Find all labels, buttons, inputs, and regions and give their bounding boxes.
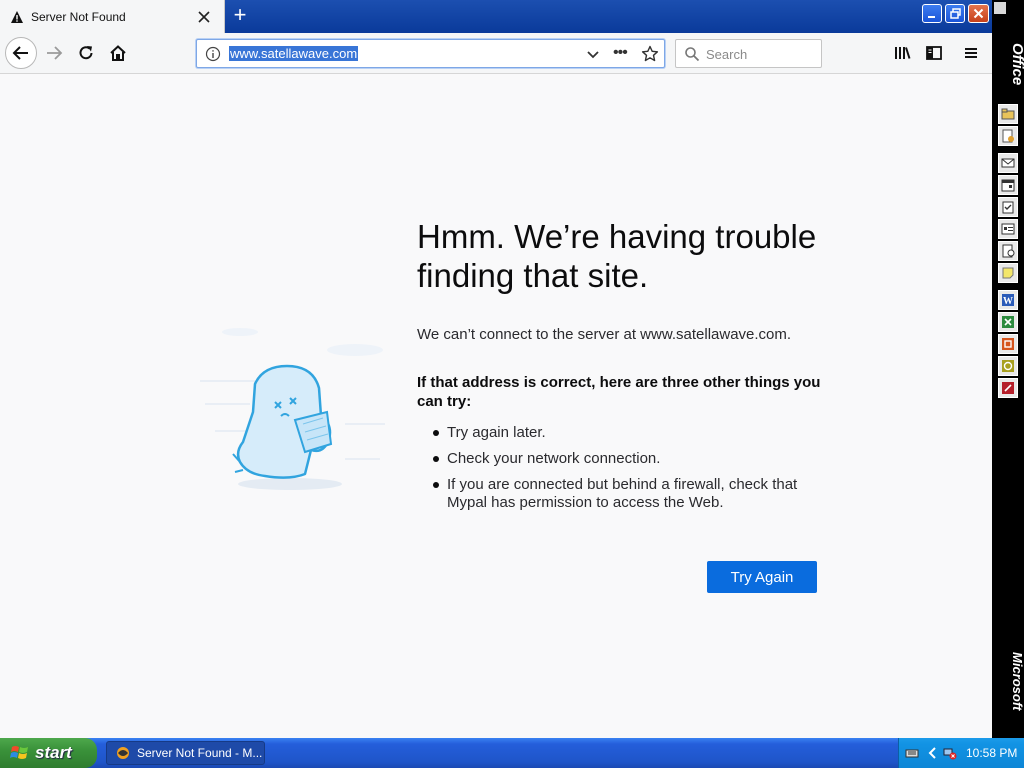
library-button[interactable]	[888, 39, 916, 67]
new-task-icon[interactable]	[998, 197, 1018, 217]
excel-icon[interactable]	[998, 312, 1018, 332]
network-disconnected-icon[interactable]	[943, 746, 957, 760]
new-appointment-icon[interactable]	[998, 175, 1018, 195]
info-icon[interactable]	[205, 46, 221, 62]
tab-strip: Server Not Found +	[0, 0, 992, 33]
back-arrow-icon	[12, 46, 28, 60]
svg-text:W: W	[1003, 296, 1013, 307]
try-again-button[interactable]: Try Again	[707, 561, 817, 593]
start-label: start	[35, 743, 72, 762]
open-office-document-icon[interactable]	[998, 104, 1018, 124]
url-text[interactable]: www.satellawave.com	[229, 46, 359, 61]
chevron-left-icon[interactable]	[926, 746, 940, 760]
powerpoint-icon[interactable]	[998, 334, 1018, 354]
clock: 10:58 PM	[966, 746, 1018, 760]
close-window-button[interactable]	[968, 4, 989, 23]
browser-app-icon	[117, 747, 129, 759]
forward-arrow-icon	[47, 46, 63, 60]
search-bar[interactable]	[675, 39, 822, 68]
search-input[interactable]	[706, 45, 816, 63]
reload-icon	[79, 46, 93, 60]
desktop: Server Not Found + www.satellawave.com •…	[0, 0, 1024, 768]
publisher-icon[interactable]	[998, 378, 1018, 398]
bookmark-star-icon[interactable]	[641, 45, 659, 63]
error-description: We can’t connect to the server at www.sa…	[417, 326, 792, 343]
main-menu-button[interactable]	[957, 39, 985, 67]
forward-button[interactable]	[40, 39, 68, 67]
access-icon[interactable]	[998, 356, 1018, 376]
restore-button[interactable]	[945, 4, 965, 23]
new-journal-entry-icon[interactable]	[998, 241, 1018, 261]
word-icon[interactable]: W	[998, 290, 1018, 310]
suggestion-item: Check your network connection.	[433, 450, 813, 468]
svg-text:Office: Office	[1009, 43, 1024, 85]
library-icon	[895, 47, 911, 59]
error-page: Hmm. We’re having trouble finding that s…	[0, 74, 992, 738]
system-tray: 10:58 PM	[898, 738, 1024, 768]
minimize-button[interactable]	[922, 4, 942, 23]
microsoft-label: Microsoft	[1010, 652, 1024, 711]
new-tab-button[interactable]: +	[228, 4, 252, 27]
new-note-icon[interactable]	[998, 263, 1018, 283]
disconnected-illustration	[200, 328, 385, 490]
office-label: Office	[1009, 43, 1024, 85]
home-button[interactable]	[104, 39, 132, 67]
taskbar-item-browser[interactable]: Server Not Found - M...	[106, 741, 265, 765]
url-bar[interactable]: www.satellawave.com •••	[196, 39, 698, 68]
reload-button[interactable]	[72, 39, 100, 67]
sidebar-button[interactable]	[920, 39, 948, 67]
hamburger-menu-icon	[965, 48, 977, 58]
warning-icon	[11, 10, 23, 23]
office-shortcut-bar: Office W Microsoft	[992, 0, 1024, 738]
error-title: Hmm. We’re having trouble finding that s…	[417, 218, 817, 294]
office-bar-menu-icon[interactable]	[994, 2, 1006, 14]
taskbar: start Server Not Found - M... 10:58 PM	[0, 738, 1024, 768]
back-button[interactable]	[5, 37, 37, 69]
taskbar-item-label: Server Not Found - M...	[137, 746, 263, 760]
keyboard-icon[interactable]	[905, 746, 919, 760]
tab-title: Server Not Found	[31, 9, 126, 24]
navigation-toolbar: www.satellawave.com •••	[0, 33, 992, 74]
page-actions-button[interactable]: •••	[613, 44, 633, 64]
chevron-down-icon[interactable]	[585, 46, 601, 62]
new-office-document-icon[interactable]	[998, 126, 1018, 146]
home-icon	[110, 45, 126, 61]
tab-close-icon[interactable]	[196, 9, 212, 25]
suggestions-list: Try again later. Check your network conn…	[433, 424, 813, 520]
suggestions-heading: If that address is correct, here are thr…	[417, 374, 821, 410]
suggestion-item: Try again later.	[433, 424, 813, 442]
tab-server-not-found[interactable]: Server Not Found	[0, 0, 225, 33]
sidebar-icon	[926, 46, 942, 60]
browser-window: Server Not Found + www.satellawave.com •…	[0, 0, 992, 738]
new-message-icon[interactable]	[998, 153, 1018, 173]
suggestion-item: If you are connected but behind a firewa…	[433, 476, 813, 512]
new-contact-icon[interactable]	[998, 219, 1018, 239]
svg-text:Microsoft: Microsoft	[1010, 652, 1024, 711]
start-button[interactable]: start	[0, 738, 97, 768]
windows-flag-icon	[10, 746, 28, 759]
search-icon	[685, 47, 700, 62]
